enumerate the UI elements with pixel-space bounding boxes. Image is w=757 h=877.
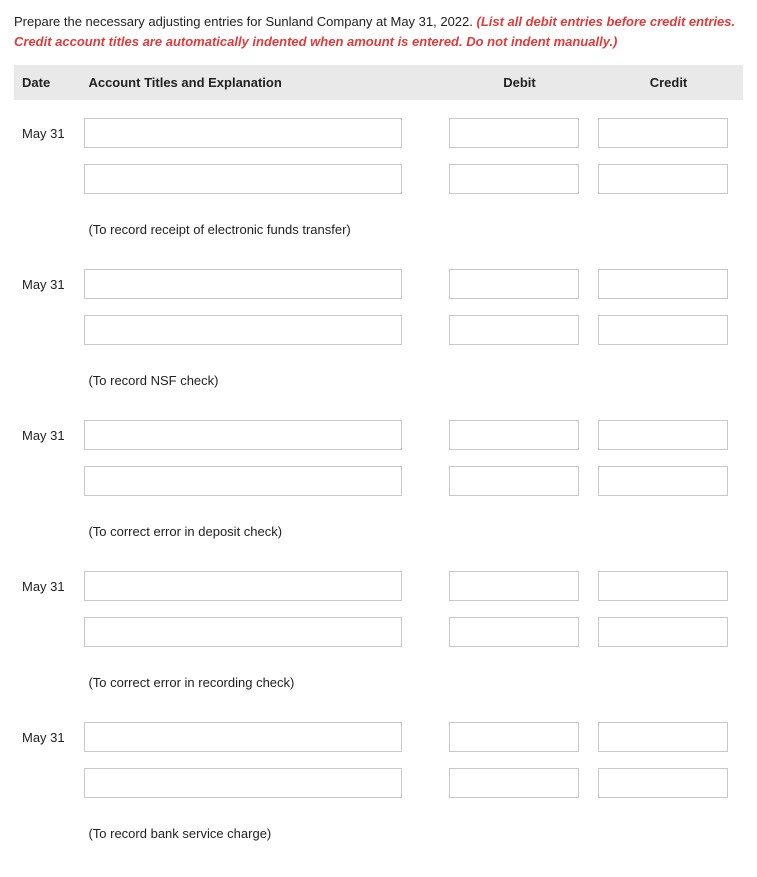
credit-input[interactable] (598, 617, 728, 647)
debit-input[interactable] (449, 617, 579, 647)
credit-input[interactable] (598, 164, 728, 194)
debit-input[interactable] (449, 118, 579, 148)
debit-input[interactable] (449, 768, 579, 798)
credit-input[interactable] (598, 722, 728, 752)
account-input[interactable] (84, 768, 402, 798)
entry-note: (To record receipt of electronic funds t… (84, 210, 441, 253)
table-row: (To correct error in deposit check) (14, 504, 743, 563)
entry-note: (To correct error in recording check) (84, 663, 441, 706)
table-row: May 31 (14, 261, 743, 307)
account-input[interactable] (84, 164, 402, 194)
entry-note: (To record bank service charge) (84, 814, 441, 857)
debit-input[interactable] (449, 466, 579, 496)
instructions: Prepare the necessary adjusting entries … (14, 12, 743, 51)
header-debit: Debit (445, 65, 594, 100)
table-row (14, 609, 743, 655)
credit-input[interactable] (598, 466, 728, 496)
account-input[interactable] (84, 269, 402, 299)
credit-input[interactable] (598, 420, 728, 450)
instructions-text: Prepare the necessary adjusting entries … (14, 14, 477, 29)
table-row: (To correct error in recording check) (14, 655, 743, 714)
table-row: May 31 (14, 412, 743, 458)
table-row: (To record receipt of electronic funds t… (14, 202, 743, 261)
table-row (14, 458, 743, 504)
table-row (14, 307, 743, 353)
header-date: Date (14, 65, 80, 100)
table-row: (To record NSF check) (14, 353, 743, 412)
table-header-row: Date Account Titles and Explanation Debi… (14, 65, 743, 100)
debit-input[interactable] (449, 420, 579, 450)
account-input[interactable] (84, 420, 402, 450)
account-input[interactable] (84, 571, 402, 601)
table-row: May 31 (14, 100, 743, 156)
account-input[interactable] (84, 118, 402, 148)
date-label: May 31 (22, 428, 65, 443)
debit-input[interactable] (449, 269, 579, 299)
table-row (14, 760, 743, 806)
credit-input[interactable] (598, 118, 728, 148)
entry-note: (To record NSF check) (84, 361, 441, 404)
debit-input[interactable] (449, 164, 579, 194)
account-input[interactable] (84, 315, 402, 345)
table-row: May 31 (14, 563, 743, 609)
header-account: Account Titles and Explanation (80, 65, 445, 100)
account-input[interactable] (84, 466, 402, 496)
table-row: May 31 (14, 714, 743, 760)
table-row: (To record bank service charge) (14, 806, 743, 865)
header-credit: Credit (594, 65, 743, 100)
credit-input[interactable] (598, 768, 728, 798)
credit-input[interactable] (598, 571, 728, 601)
debit-input[interactable] (449, 315, 579, 345)
debit-input[interactable] (449, 722, 579, 752)
entry-note: (To correct error in deposit check) (84, 512, 441, 555)
journal-table: Date Account Titles and Explanation Debi… (14, 65, 743, 865)
account-input[interactable] (84, 722, 402, 752)
date-label: May 31 (22, 730, 65, 745)
date-label: May 31 (22, 579, 65, 594)
credit-input[interactable] (598, 315, 728, 345)
account-input[interactable] (84, 617, 402, 647)
date-label: May 31 (22, 126, 65, 141)
table-row (14, 156, 743, 202)
credit-input[interactable] (598, 269, 728, 299)
debit-input[interactable] (449, 571, 579, 601)
date-label: May 31 (22, 277, 65, 292)
